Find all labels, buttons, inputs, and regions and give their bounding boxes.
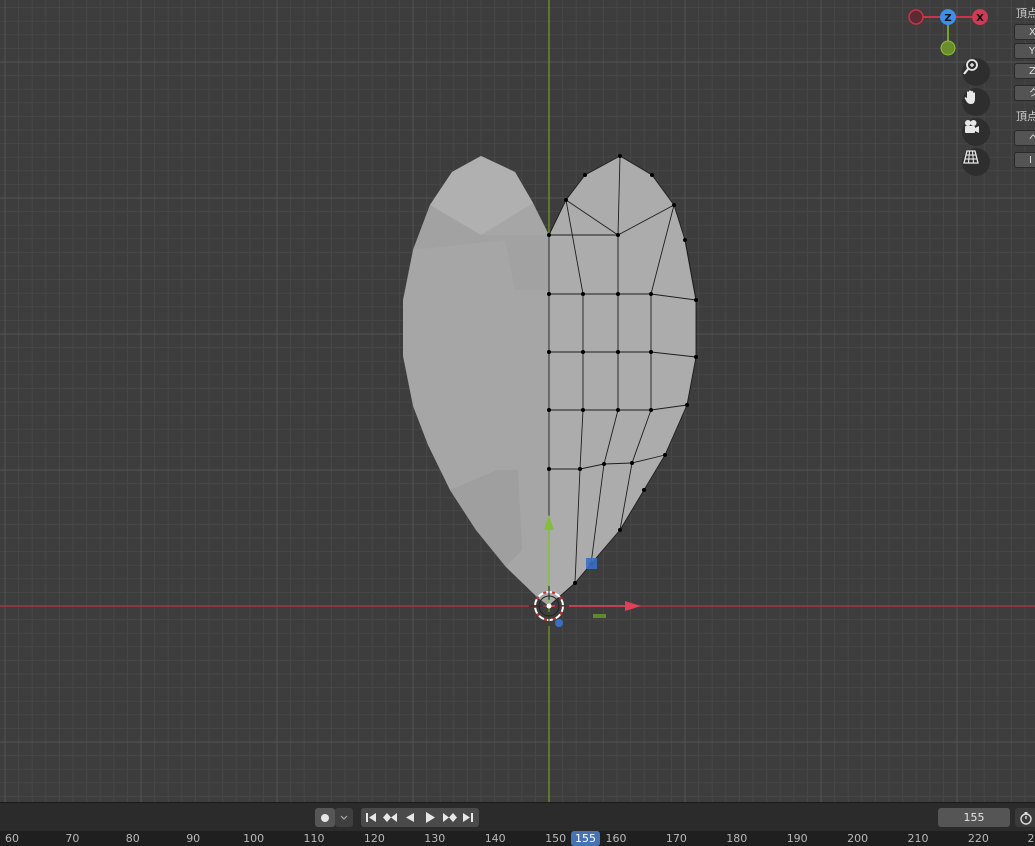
gizmo-xz-plane-handle: [593, 614, 606, 618]
mesh-vertex[interactable]: [573, 581, 577, 585]
ruler-tick-label: 200: [847, 832, 869, 845]
mesh-vertex[interactable]: [616, 233, 620, 237]
mesh-vertex[interactable]: [616, 350, 620, 354]
mesh-vertex[interactable]: [547, 350, 551, 354]
playback-timer-button[interactable]: [1015, 808, 1035, 827]
stopwatch-icon: [1020, 811, 1032, 825]
gizmo-xy-plane-handle: [586, 558, 597, 569]
gizmo-z-handle: [555, 619, 563, 627]
vertex-x-field[interactable]: X: [1014, 24, 1035, 40]
mesh-vertex[interactable]: [578, 467, 582, 471]
perspective-toggle-button[interactable]: [962, 148, 990, 176]
mesh-vertex[interactable]: [650, 173, 654, 177]
vertex-crease-field[interactable]: ク: [1014, 85, 1035, 101]
nav-gizmo-neg-x: [908, 9, 924, 25]
ruler-tick-label: 170: [665, 832, 687, 845]
mesh-vertex[interactable]: [581, 350, 585, 354]
ruler-tick-label: 2: [1027, 832, 1035, 845]
nav-gizmo-z-label: Z: [944, 13, 951, 24]
mesh-vertex[interactable]: [649, 350, 653, 354]
ruler-tick-label: 160: [605, 832, 627, 845]
ruler-tick-label: 180: [726, 832, 748, 845]
playback-controls: [361, 808, 479, 827]
mesh-vertex[interactable]: [630, 461, 634, 465]
mesh-vertex[interactable]: [649, 408, 653, 412]
mesh-vertex[interactable]: [547, 467, 551, 471]
vertex-z-field[interactable]: Z: [1014, 63, 1035, 79]
ruler-tick-label: 140: [484, 832, 506, 845]
ruler-tick-label: 80: [125, 832, 140, 845]
nav-gizmo-y: [940, 40, 956, 56]
viewport-canvas[interactable]: Z X: [0, 0, 1035, 802]
ruler-tick-label: 130: [424, 832, 446, 845]
nav-gizmo-x-label: X: [976, 13, 984, 24]
record-icon: [321, 813, 329, 822]
prev-keyframe-icon: [383, 813, 397, 822]
chevron-down-icon: [340, 815, 348, 820]
vertex-y-field[interactable]: Y: [1014, 43, 1035, 59]
ruler-tick-label: 100: [243, 832, 265, 845]
keying-dropdown[interactable]: [335, 808, 353, 827]
ruler-tick-label: 60: [5, 832, 19, 845]
mesh-vertex[interactable]: [618, 528, 622, 532]
current-frame-indicator[interactable]: 155: [571, 831, 600, 846]
mesh-vertex[interactable]: [683, 238, 687, 242]
vertex-section-label: 頂点: [1016, 7, 1035, 20]
mesh-vertex[interactable]: [649, 292, 653, 296]
timeline: 155 60 70 80 90 100 110 120 130 140 150 160 170 180 1…: [0, 802, 1035, 846]
gizmo-x-arrow-head: [625, 601, 641, 611]
mesh-vertex[interactable]: [583, 173, 587, 177]
mesh-vertex[interactable]: [581, 292, 585, 296]
hand-pan-icon: [964, 90, 975, 104]
mesh-vertex[interactable]: [642, 488, 646, 492]
mesh-vertex[interactable]: [694, 298, 698, 302]
next-keyframe-icon: [443, 813, 457, 822]
jump-start-icon: [366, 813, 376, 822]
play-reverse-icon: [406, 813, 414, 822]
mesh-vertex[interactable]: [616, 292, 620, 296]
mesh-vertex[interactable]: [685, 403, 689, 407]
ruler-tick-label: 70: [65, 832, 80, 845]
ruler-tick-label: 210: [907, 832, 929, 845]
ruler-tick-label: 120: [363, 832, 385, 845]
vertex-extra-field[interactable]: I: [1014, 152, 1035, 168]
mesh-vertex[interactable]: [581, 408, 585, 412]
pan-button[interactable]: [962, 88, 990, 116]
mesh-vertex[interactable]: [663, 453, 667, 457]
mesh-vertex[interactable]: [547, 292, 551, 296]
timeline-ruler[interactable]: 60 70 80 90 100 110 120 130 140 150 160 170 180 190 20…: [0, 831, 1035, 846]
3d-viewport[interactable]: Z X 頂点 X Y Z: [0, 0, 1035, 802]
record-button[interactable]: [315, 808, 335, 827]
mesh-vertex[interactable]: [672, 203, 676, 207]
mesh-vertex[interactable]: [564, 198, 568, 202]
mesh-vertex[interactable]: [694, 355, 698, 359]
mesh-vertex[interactable]: [618, 154, 622, 158]
camera-view-button[interactable]: [962, 118, 990, 146]
vertex-bevel-field[interactable]: ベ: [1014, 130, 1035, 146]
play-icon: [426, 812, 435, 823]
camera-icon: [965, 120, 979, 133]
ruler-tick-label: 220: [967, 832, 989, 845]
mesh-vertex[interactable]: [547, 408, 551, 412]
perspective-grid-icon: [963, 150, 979, 164]
ruler-tick-label: 110: [303, 832, 325, 845]
zoom-button[interactable]: [962, 58, 990, 86]
vertex-section-label-2: 頂点: [1016, 110, 1035, 123]
mesh-vertex[interactable]: [616, 408, 620, 412]
ruler-tick-label: 190: [786, 832, 808, 845]
timeline-controls: 155: [0, 803, 1035, 831]
ruler-tick-label: 90: [186, 832, 201, 845]
mesh-vertex[interactable]: [602, 462, 606, 466]
zoom-icon: [963, 59, 978, 75]
mesh-vertex[interactable]: [547, 233, 551, 237]
jump-end-icon: [463, 813, 473, 822]
ruler-tick-label: 150: [545, 832, 567, 845]
current-frame-field[interactable]: 155: [938, 808, 1010, 827]
